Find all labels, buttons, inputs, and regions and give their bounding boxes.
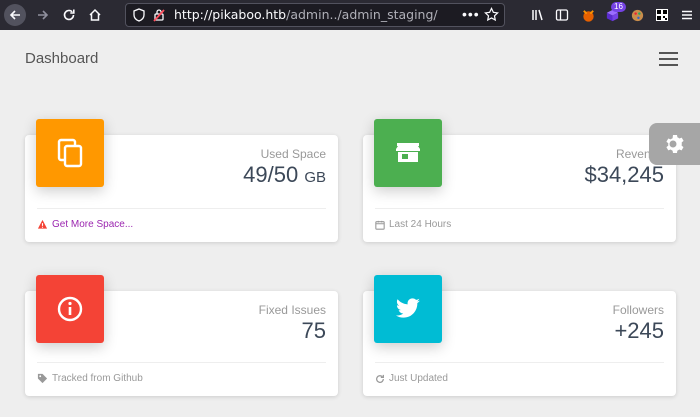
back-button[interactable]: [4, 4, 26, 26]
refresh-icon: [376, 374, 384, 383]
reload-button[interactable]: [58, 4, 80, 26]
gear-icon: [665, 135, 684, 153]
used-space-card: Used Space 49/50 GB Get More Space...: [25, 119, 338, 242]
qr-code-icon: [656, 9, 668, 21]
hamburger-icon: [682, 10, 692, 20]
card-footer-text: Last 24 Hours: [389, 219, 452, 230]
home-icon: [89, 8, 101, 21]
menu-toggle-icon[interactable]: [659, 52, 678, 66]
card-divider: [375, 362, 664, 363]
card-footer: Last 24 Hours: [375, 219, 451, 230]
card-value: 49/50 GB: [243, 162, 326, 187]
card-category: Followers: [612, 303, 664, 317]
tag-icon: [37, 373, 48, 384]
insecure-lock-icon[interactable]: [152, 8, 166, 22]
extension-qr-button[interactable]: [651, 4, 673, 26]
card-footer: Just Updated: [375, 373, 448, 384]
card-icon-box: [36, 275, 104, 343]
card-category: Used Space: [260, 147, 326, 161]
card-icon-box: [374, 275, 442, 343]
card-footer-text: Tracked from Github: [52, 373, 143, 384]
calendar-icon: [375, 220, 385, 230]
sidebar-icon: [555, 9, 569, 21]
card-value: 75: [301, 318, 326, 343]
page-title[interactable]: Dashboard: [25, 50, 98, 67]
address-bar[interactable]: http://pikaboo.htb/admin../admin_staging…: [125, 3, 505, 27]
card-category: Fixed Issues: [258, 303, 326, 317]
twitter-icon: [395, 298, 420, 318]
card-divider: [375, 208, 664, 209]
bookmark-star-icon[interactable]: [484, 7, 499, 22]
card-footer: Get More Space...: [37, 219, 133, 230]
arrow-right-icon: [38, 10, 49, 20]
card-value: +245: [614, 318, 664, 343]
card-divider: [37, 208, 326, 209]
get-more-space-link[interactable]: Get More Space...: [52, 219, 133, 230]
url-text[interactable]: http://pikaboo.htb/admin../admin_staging…: [174, 7, 438, 22]
home-button[interactable]: [84, 4, 106, 26]
palette-extension-icon: [631, 9, 643, 21]
sidebar-button[interactable]: [551, 4, 573, 26]
revenue-card: Revenue $34,245 Last 24 Hours: [363, 119, 676, 242]
reload-icon: [63, 9, 75, 21]
store-icon: [396, 143, 420, 162]
arrow-left-icon: [9, 10, 20, 20]
tracking-shield-icon[interactable]: [132, 8, 146, 22]
copy-icon: [57, 138, 83, 168]
library-icon: [532, 9, 543, 21]
warning-icon: [37, 219, 48, 229]
card-footer: Tracked from Github: [37, 373, 143, 384]
info-icon: [57, 296, 83, 322]
card-footer-text: Just Updated: [389, 373, 448, 384]
extension-fox-button[interactable]: [577, 4, 599, 26]
fox-extension-icon: [582, 9, 594, 22]
card-icon-box: [36, 119, 104, 187]
forward-button[interactable]: [32, 4, 54, 26]
card-value: $34,245: [584, 162, 664, 187]
card-divider: [37, 362, 326, 363]
followers-card: Followers +245 Just Updated: [363, 275, 676, 396]
settings-toggle[interactable]: [649, 123, 700, 165]
page-actions-menu[interactable]: •••: [462, 6, 480, 22]
card-icon-box: [374, 119, 442, 187]
app-menu-button[interactable]: [676, 4, 698, 26]
library-button[interactable]: [527, 4, 549, 26]
browser-toolbar: http://pikaboo.htb/admin../admin_staging…: [0, 0, 700, 30]
fixed-issues-card: Fixed Issues 75 Tracked from Github: [25, 275, 338, 396]
extension-palette-button[interactable]: [626, 4, 648, 26]
extension-badge: 16: [611, 2, 626, 12]
